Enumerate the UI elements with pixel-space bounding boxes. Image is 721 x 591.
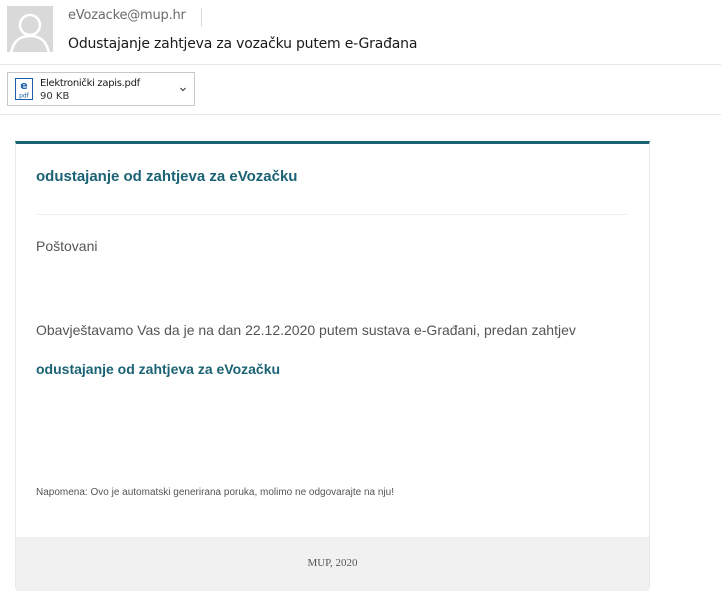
pdf-icon-letter: e: [20, 79, 27, 92]
email-header: eVozacke@mup.hr Odustajanje zahtjeva za …: [0, 0, 721, 64]
chevron-down-icon[interactable]: [179, 85, 187, 93]
title-divider: [36, 214, 628, 215]
email-subject: Odustajanje zahtjeva za vozačku putem e-…: [68, 36, 418, 52]
header-separator: [0, 64, 721, 65]
person-silhouette-icon: [7, 6, 53, 52]
message-title: odustajanje od zahtjeva za eVozačku: [36, 168, 298, 185]
greeting-text: Poštovani: [36, 238, 98, 254]
footer-text: MUP, 2020: [307, 557, 358, 569]
header-divider: [201, 8, 202, 26]
avatar[interactable]: [7, 6, 53, 52]
pdf-icon: e pdf: [15, 78, 33, 100]
attachment-name: Elektronički zapis.pdf: [40, 78, 140, 89]
attachment-separator: [0, 114, 721, 115]
attachment-size: 90 KB: [40, 91, 70, 102]
napomena-text: Napomena: Ovo je automatski generirana p…: [36, 487, 394, 498]
sender-address[interactable]: eVozacke@mup.hr: [68, 8, 186, 23]
attachment-item[interactable]: e pdf Elektronički zapis.pdf 90 KB: [7, 72, 195, 106]
pdf-icon-label: pdf: [19, 93, 30, 100]
message-card: odustajanje od zahtjeva za eVozačku Pošt…: [15, 141, 650, 591]
notice-text: Obavještavamo Vas da je na dan 22.12.202…: [36, 322, 576, 338]
request-name: odustajanje od zahtjeva za eVozačku: [36, 361, 281, 377]
message-footer: MUP, 2020: [16, 537, 649, 591]
